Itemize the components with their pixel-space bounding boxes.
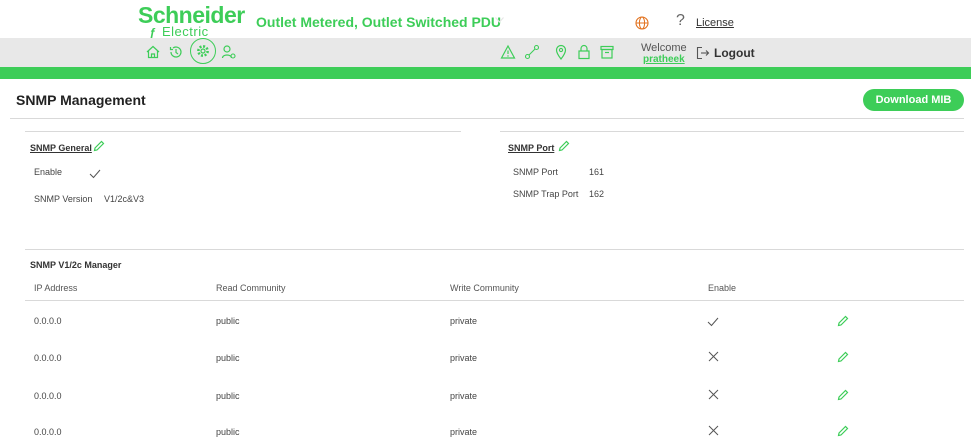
snmp-version-label: SNMP Version [34, 194, 93, 204]
archive-icon[interactable] [599, 44, 615, 60]
close-icon [708, 387, 719, 400]
row-read-community: public [216, 427, 240, 437]
divider [25, 131, 461, 132]
row-read-community: public [216, 391, 240, 401]
row-read-community: public [216, 353, 240, 363]
settings-nav-button[interactable] [190, 38, 216, 64]
snmp-port-label: SNMP Port [513, 167, 558, 177]
edit-row-icon[interactable] [837, 388, 849, 401]
check-icon [707, 314, 719, 327]
page-title: SNMP Management [16, 92, 146, 108]
accent-bar [0, 67, 971, 79]
close-icon [708, 349, 719, 362]
snmp-general-title: SNMP General [30, 143, 92, 153]
home-icon[interactable] [145, 44, 161, 60]
snmp-trap-port-value: 162 [589, 189, 605, 199]
location-icon[interactable] [553, 44, 569, 60]
snmp-port-value: 161 [589, 167, 605, 177]
globe-icon[interactable] [635, 16, 649, 30]
row-ip: 0.0.0.0 [34, 353, 62, 363]
edit-row-icon[interactable] [837, 424, 849, 437]
divider [500, 131, 964, 132]
edit-general-icon[interactable] [93, 139, 105, 152]
brand-sub: Electric [162, 24, 209, 39]
network-icon[interactable] [524, 44, 540, 60]
close-icon [708, 423, 719, 436]
chevron-down-icon[interactable] [495, 17, 504, 23]
download-mib-button[interactable]: Download MIB [863, 89, 964, 111]
schneider-logo: Schneider ƒ Electric [136, 2, 245, 40]
enable-label: Enable [34, 167, 63, 177]
column-header-read: Read Community [216, 283, 286, 293]
check-icon [89, 166, 101, 179]
alarm-icon[interactable] [500, 44, 516, 60]
users-icon[interactable] [221, 44, 237, 60]
logout-icon[interactable] [696, 46, 710, 60]
lock-icon[interactable] [576, 44, 592, 60]
column-header-write: Write Community [450, 283, 519, 293]
row-ip: 0.0.0.0 [34, 427, 62, 437]
edit-row-icon[interactable] [837, 314, 849, 327]
logout-button[interactable]: Logout [714, 46, 755, 60]
divider [25, 300, 964, 301]
welcome-label: Welcome [641, 42, 687, 54]
nav-bar: Welcome pratheek Logout [0, 38, 971, 67]
edit-row-icon[interactable] [837, 350, 849, 363]
divider [25, 249, 964, 250]
row-ip: 0.0.0.0 [34, 316, 62, 326]
snmp-version-value: V1/2c&V3 [104, 194, 145, 204]
history-icon[interactable] [168, 44, 184, 60]
snmp-trap-port-label: SNMP Trap Port [513, 189, 579, 199]
settings-icon [197, 45, 209, 57]
column-header-enable: Enable [708, 283, 737, 293]
row-write-community: private [450, 391, 478, 401]
row-write-community: private [450, 427, 478, 437]
snmp-port-title: SNMP Port [508, 143, 555, 153]
manager-table-title: SNMP V1/2c Manager [30, 260, 122, 270]
welcome-block: Welcome pratheek [641, 42, 687, 66]
product-title: Outlet Metered, Outlet Switched PDU [256, 14, 502, 30]
edit-port-icon[interactable] [558, 139, 570, 152]
row-ip: 0.0.0.0 [34, 391, 62, 401]
divider [10, 118, 964, 119]
column-header-ip: IP Address [34, 283, 78, 293]
username-link[interactable]: pratheek [641, 54, 687, 66]
top-header: Schneider ƒ Electric Outlet Metered, Out… [0, 0, 971, 40]
row-read-community: public [216, 316, 240, 326]
row-write-community: private [450, 353, 478, 363]
license-link[interactable]: License [696, 17, 734, 29]
row-write-community: private [450, 316, 478, 326]
help-icon[interactable]: ? [676, 12, 685, 30]
